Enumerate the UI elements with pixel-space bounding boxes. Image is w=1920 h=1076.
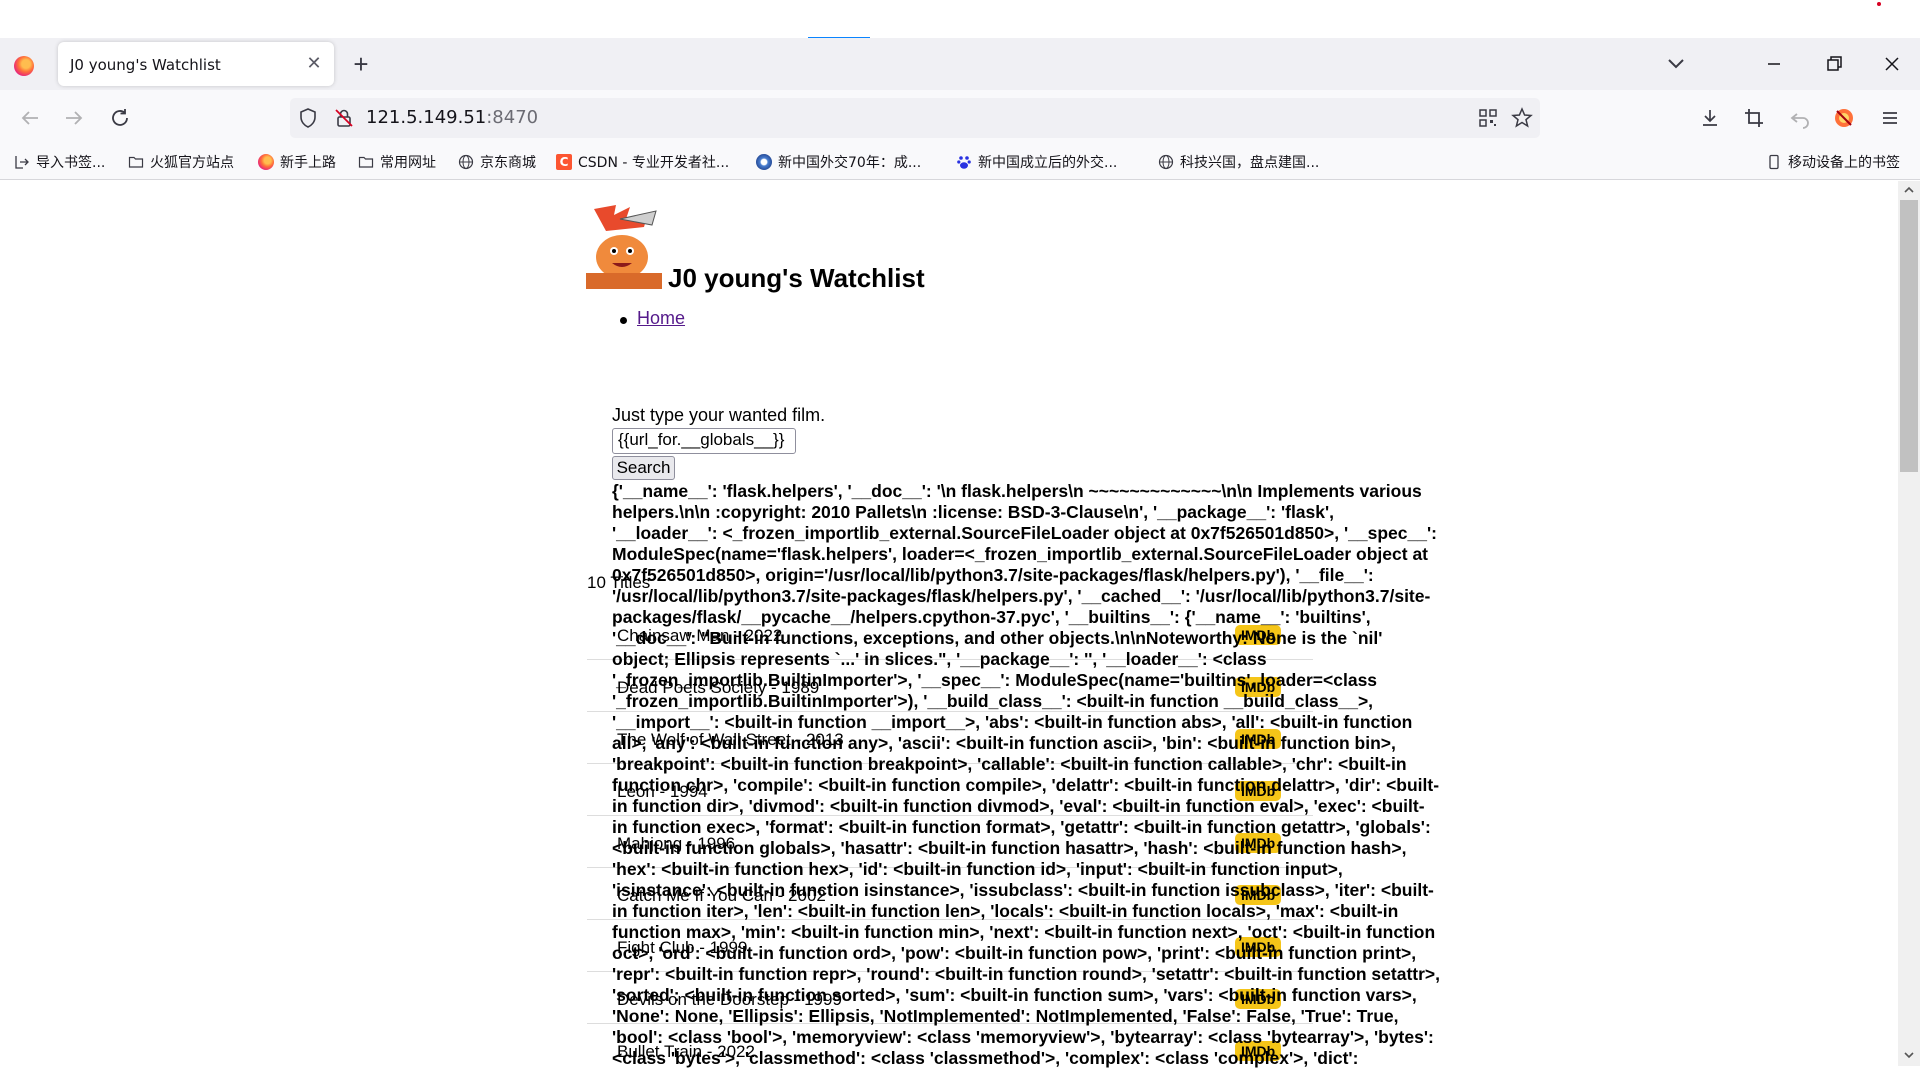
insecure-lock-icon[interactable]: [332, 106, 356, 130]
crop-screenshot-icon[interactable]: [1742, 106, 1766, 130]
bookmark-diplomacy-history[interactable]: 新中国成立后的外交...: [956, 151, 1117, 173]
bookmark-label: 常用网址: [380, 155, 436, 171]
reload-icon[interactable]: [108, 106, 132, 130]
qr-code-icon[interactable]: [1476, 106, 1500, 130]
bookmark-firefox-official[interactable]: 火狐官方站点: [128, 151, 234, 173]
bookmark-diplomacy-70[interactable]: 新中国外交70年：成...: [756, 151, 921, 173]
undo-icon[interactable]: [1788, 106, 1812, 130]
baidu-icon: [957, 156, 971, 169]
import-icon: [15, 156, 29, 169]
folder-icon: [128, 156, 144, 168]
scrollbar-thumb[interactable]: [1900, 200, 1918, 472]
window-close-icon[interactable]: [1880, 52, 1904, 76]
bookmark-getting-started[interactable]: 新手上路: [258, 151, 336, 173]
csdn-icon: C: [556, 154, 572, 170]
extension-icon[interactable]: [1832, 106, 1856, 130]
bookmark-label: 科技兴国，盘点建国...: [1180, 155, 1320, 171]
mobile-device-icon: [1769, 154, 1779, 170]
search-button[interactable]: Search: [612, 456, 675, 480]
tab-close-icon[interactable]: ✕: [304, 53, 324, 73]
window-top-strip: [0, 0, 1920, 39]
notification-dot: [1877, 2, 1881, 6]
bookmark-label: 火狐官方站点: [150, 155, 234, 171]
bookmark-label: 新手上路: [280, 155, 336, 171]
bookmark-label: CSDN - 专业开发者社...: [578, 155, 730, 171]
bookmark-jd[interactable]: 京东商城: [458, 151, 536, 173]
search-prompt: Just type your wanted film.: [612, 405, 826, 425]
nav-bullet: [620, 317, 627, 324]
new-tab-button[interactable]: +: [348, 51, 374, 78]
bookmark-common-sites[interactable]: 常用网址: [358, 151, 436, 173]
download-icon[interactable]: [1698, 106, 1722, 130]
globe-icon: [1158, 154, 1174, 170]
tab-watchlist[interactable]: J0 young's Watchlist ✕: [58, 42, 334, 86]
template-injection-output: {'__name__': 'flask.helpers', '__doc__':…: [612, 481, 1441, 1068]
bookmark-label: 京东商城: [480, 155, 536, 171]
url-host: 121.5.149.51: [366, 107, 487, 128]
bookmark-import[interactable]: 导入书签...: [14, 151, 105, 173]
globe-icon: [458, 154, 474, 170]
back-icon[interactable]: [18, 106, 42, 130]
search-input[interactable]: {{url_for.__globals__}}: [612, 428, 796, 454]
chevron-down-icon[interactable]: [1664, 52, 1688, 76]
bookmark-label: 导入书签...: [36, 155, 106, 171]
folder-icon: [358, 156, 374, 168]
avatar: [586, 201, 662, 289]
minimize-icon[interactable]: [1762, 52, 1786, 76]
url-port: :8470: [486, 107, 539, 128]
page-title: J0 young's Watchlist: [668, 263, 925, 293]
restore-icon[interactable]: [1822, 52, 1846, 76]
mobile-bookmarks[interactable]: 移动设备上的书签: [1766, 151, 1900, 173]
shield-icon[interactable]: [296, 106, 320, 130]
bookmark-label: 新中国外交70年：成...: [778, 155, 922, 171]
scroll-up-icon[interactable]: [1902, 183, 1916, 197]
url-text[interactable]: 121.5.149.51:8470: [366, 107, 538, 128]
bookmark-csdn[interactable]: C CSDN - 专业开发者社...: [556, 151, 729, 173]
site-icon: [756, 154, 772, 170]
scroll-down-icon[interactable]: [1902, 1048, 1916, 1062]
firefox-icon: [258, 154, 274, 170]
mobile-bookmarks-label: 移动设备上的书签: [1788, 155, 1900, 171]
bookmark-star-icon[interactable]: [1510, 106, 1534, 130]
home-link[interactable]: Home: [637, 308, 685, 329]
forward-icon[interactable]: [62, 106, 86, 130]
menu-icon[interactable]: [1878, 106, 1902, 130]
bookmark-label: 新中国成立后的外交...: [978, 155, 1118, 171]
firefox-view-icon[interactable]: [14, 56, 34, 76]
bookmark-tech-nation[interactable]: 科技兴国，盘点建国...: [1158, 151, 1319, 173]
tab-title: J0 young's Watchlist: [70, 56, 221, 74]
